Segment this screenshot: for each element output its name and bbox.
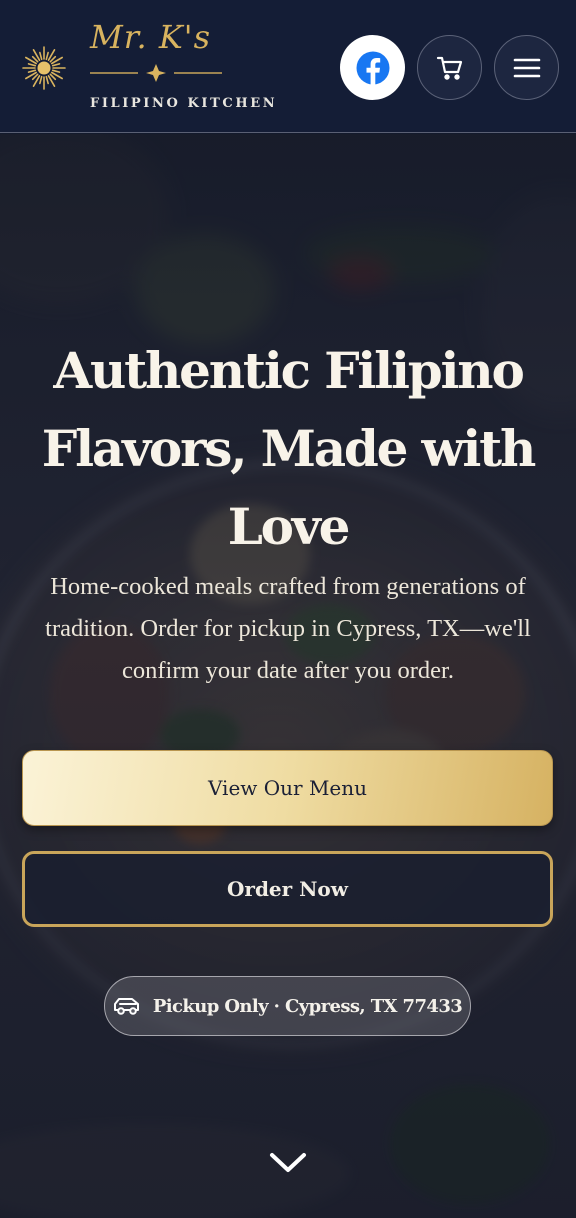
cart-icon <box>436 56 462 80</box>
view-menu-button[interactable]: View Our Menu <box>22 750 553 826</box>
hero-subtitle-line: tradition. Order for pickup in Cypress, … <box>45 615 531 642</box>
site-header: Mr. K's FILIPINO KITCHEN <box>0 0 576 133</box>
hero-title-line: Love <box>227 497 351 556</box>
hero-title-line: Authentic Filipino <box>53 341 524 400</box>
brand-ornament-divider <box>90 64 222 82</box>
hamburger-icon <box>513 58 540 77</box>
order-now-button[interactable]: Order Now <box>22 851 553 927</box>
hero-subtitle: Home-cooked meals crafted from generatio… <box>20 566 556 692</box>
facebook-icon <box>356 51 389 85</box>
facebook-button[interactable] <box>340 35 405 100</box>
brand-tagline: FILIPINO KITCHEN <box>90 96 278 111</box>
sun-icon <box>22 46 66 90</box>
hero-subtitle-line: Home-cooked meals crafted from generatio… <box>50 573 526 600</box>
hero-title: Authentic Filipino Flavors, Made with Lo… <box>20 332 556 566</box>
pickup-badge-text: Pickup Only · Cypress, TX 77433 <box>152 995 463 1017</box>
pickup-badge: Pickup Only · Cypress, TX 77433 <box>104 976 471 1036</box>
hero-title-line: Flavors, Made with <box>41 419 537 478</box>
cart-button[interactable] <box>417 35 482 100</box>
chevron-down-icon[interactable] <box>268 1150 308 1176</box>
hero-subtitle-line: confirm your date after you order. <box>122 657 454 684</box>
truck-icon <box>113 998 139 1015</box>
hero-section: Authentic Filipino Flavors, Made with Lo… <box>0 134 576 1218</box>
brand-name[interactable]: Mr. K's <box>90 18 211 56</box>
menu-button[interactable] <box>494 35 559 100</box>
